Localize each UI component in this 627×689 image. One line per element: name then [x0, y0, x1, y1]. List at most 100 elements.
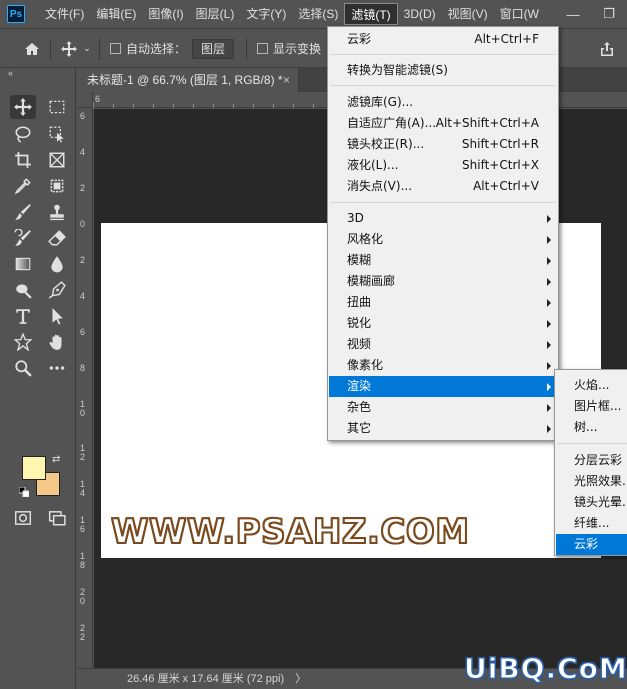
eyedropper-tool-icon[interactable] [10, 174, 36, 198]
submenu-arrow-icon [547, 362, 551, 370]
collapse-panel-icon[interactable]: ‹‹ [8, 68, 13, 78]
auto-select-checkbox[interactable] [110, 43, 121, 54]
quick-mask-icon[interactable] [10, 506, 36, 530]
foreground-color-swatch[interactable] [22, 456, 46, 480]
submenu-item-lens-flare[interactable]: 镜头光晕... [556, 492, 627, 513]
ruler-tick [193, 104, 194, 108]
submenu-item-fibers[interactable]: 纤维... [556, 513, 627, 534]
frame-tool-icon[interactable] [44, 148, 70, 172]
menu-item-pixelate[interactable]: 像素化 [329, 355, 557, 376]
blur-tool-icon[interactable] [44, 252, 70, 276]
menu-item-other[interactable]: 其它 [329, 418, 557, 439]
menu-filter[interactable]: 滤镜(T) [344, 3, 398, 25]
default-colors-icon[interactable] [18, 486, 30, 498]
menu-item-adaptive-wide-angle[interactable]: 自适应广角(A)... Alt+Shift+Ctrl+A [329, 113, 557, 134]
shape-tool-icon[interactable] [10, 330, 36, 354]
menu-separator [330, 202, 556, 203]
ruler-origin[interactable] [77, 92, 93, 108]
menu-separator [330, 85, 556, 86]
swap-colors-icon[interactable]: ⇄ [52, 454, 60, 465]
menu-item-filter-gallery[interactable]: 滤镜库(G)... [329, 92, 557, 113]
menu-item-lens-correction[interactable]: 镜头校正(R)... Shift+Ctrl+R [329, 134, 557, 155]
submenu-item-clouds[interactable]: 云彩 [556, 534, 627, 555]
menu-image[interactable]: 图像(I) [142, 3, 189, 25]
auto-select-dropdown[interactable]: 图层 [192, 38, 235, 59]
menu-bar: Ps 文件(F) 编辑(E) 图像(I) 图层(L) 文字(Y) 选择(S) 滤… [0, 0, 627, 29]
eraser-tool-icon[interactable] [44, 226, 70, 250]
type-tool-icon[interactable] [10, 304, 36, 328]
lasso-tool-icon[interactable] [10, 122, 36, 146]
screen-mode-icon[interactable] [44, 506, 70, 530]
menu-item-render[interactable]: 渲染 [329, 376, 557, 397]
tools-panel: ‹‹ ⇄ [0, 68, 76, 689]
submenu-item-lighting-effects[interactable]: 光照效果... [556, 471, 627, 492]
menu-item-label: 液化(L)... [347, 158, 399, 172]
path-selection-tool-icon[interactable] [44, 304, 70, 328]
menu-window[interactable]: 窗口(W [494, 3, 545, 25]
minimize-button[interactable]: — [555, 0, 591, 28]
history-brush-tool-icon[interactable] [10, 226, 36, 250]
hand-tool-icon[interactable] [44, 330, 70, 354]
menu-item-liquify[interactable]: 液化(L)... Shift+Ctrl+X [329, 155, 557, 176]
divider [50, 37, 51, 60]
menu-item-distort[interactable]: 扭曲 [329, 292, 557, 313]
document-tab[interactable]: 未标题-1 @ 66.7% (图层 1, RGB/8) * × [77, 68, 299, 92]
marquee-tool-icon[interactable] [44, 95, 70, 119]
menu-3d[interactable]: 3D(D) [398, 3, 442, 25]
submenu-item-difference-clouds[interactable]: 分层云彩 [556, 450, 627, 471]
pen-tool-icon[interactable] [44, 278, 70, 302]
menu-edit[interactable]: 编辑(E) [90, 3, 142, 25]
menu-item-label: 锐化 [347, 316, 372, 330]
stamp-tool-icon[interactable] [44, 200, 70, 224]
ruler-tick [93, 102, 94, 108]
move-tool-icon[interactable] [10, 95, 36, 119]
menu-view[interactable]: 视图(V) [442, 3, 494, 25]
menu-type[interactable]: 文字(Y) [240, 3, 292, 25]
menu-item-sharpen[interactable]: 锐化 [329, 313, 557, 334]
menu-select[interactable]: 选择(S) [292, 3, 344, 25]
menu-item-last-filter[interactable]: 云彩 Alt+Ctrl+F [329, 29, 557, 50]
menu-file[interactable]: 文件(F) [39, 3, 90, 25]
move-tool-icon[interactable] [57, 37, 81, 61]
restore-button[interactable]: ❐ [591, 0, 627, 28]
measure-tool-icon[interactable] [44, 174, 70, 198]
menu-item-blur-gallery[interactable]: 模糊画廊 [329, 271, 557, 292]
menu-item-blur[interactable]: 模糊 [329, 250, 557, 271]
menu-item-label: 杂色 [347, 400, 372, 414]
menu-item-label: 其它 [347, 421, 372, 435]
dodge-tool-icon[interactable] [10, 278, 36, 302]
ruler-tick-label: 6 [80, 327, 86, 337]
status-arrow-icon[interactable]: 〉 [295, 673, 306, 685]
menu-item-vanishing-point[interactable]: 消失点(V)... Alt+Ctrl+V [329, 176, 557, 197]
menu-item-noise[interactable]: 杂色 [329, 397, 557, 418]
submenu-arrow-icon [547, 236, 551, 244]
menu-item-video[interactable]: 视频 [329, 334, 557, 355]
ruler-tick-label: 6 [80, 111, 86, 121]
menu-item-label: 自适应广角(A)... [347, 116, 437, 130]
menu-item-convert-smart-filter[interactable]: 转换为智能滤镜(S) [329, 60, 557, 81]
menu-layer[interactable]: 图层(L) [190, 3, 241, 25]
submenu-item-tree[interactable]: 树... [556, 417, 627, 438]
menu-item-3d[interactable]: 3D [329, 208, 557, 229]
chevron-down-icon[interactable]: ⌄ [81, 37, 93, 61]
share-icon[interactable] [595, 37, 619, 61]
zoom-tool-icon[interactable] [10, 356, 36, 380]
show-transform-checkbox[interactable] [257, 43, 269, 54]
brush-tool-icon[interactable] [10, 200, 36, 224]
gradient-tool-icon[interactable] [10, 252, 36, 276]
menu-item-stylize[interactable]: 风格化 [329, 229, 557, 250]
vertical-ruler[interactable]: 6 4 2 0 2 4 6 8 1 0 1 2 1 4 1 6 1 8 2 0 … [77, 108, 93, 668]
crop-tool-icon[interactable] [10, 148, 36, 172]
menu-item-label: 云彩 [347, 32, 372, 46]
object-select-tool-icon[interactable] [44, 122, 70, 146]
submenu-item-picture-frame[interactable]: 图片框... [556, 396, 627, 417]
divider [99, 37, 100, 60]
photoshop-logo-icon[interactable]: Ps [7, 5, 25, 23]
close-tab-icon[interactable]: × [283, 68, 290, 92]
more-tools-icon[interactable] [44, 356, 70, 380]
menu-item-label: 镜头校正(R)... [347, 137, 425, 151]
menu-item-label: 消失点(V)... [347, 179, 413, 193]
submenu-item-flame[interactable]: 火焰... [556, 375, 627, 396]
home-icon[interactable] [20, 37, 44, 61]
submenu-arrow-icon [547, 404, 551, 412]
